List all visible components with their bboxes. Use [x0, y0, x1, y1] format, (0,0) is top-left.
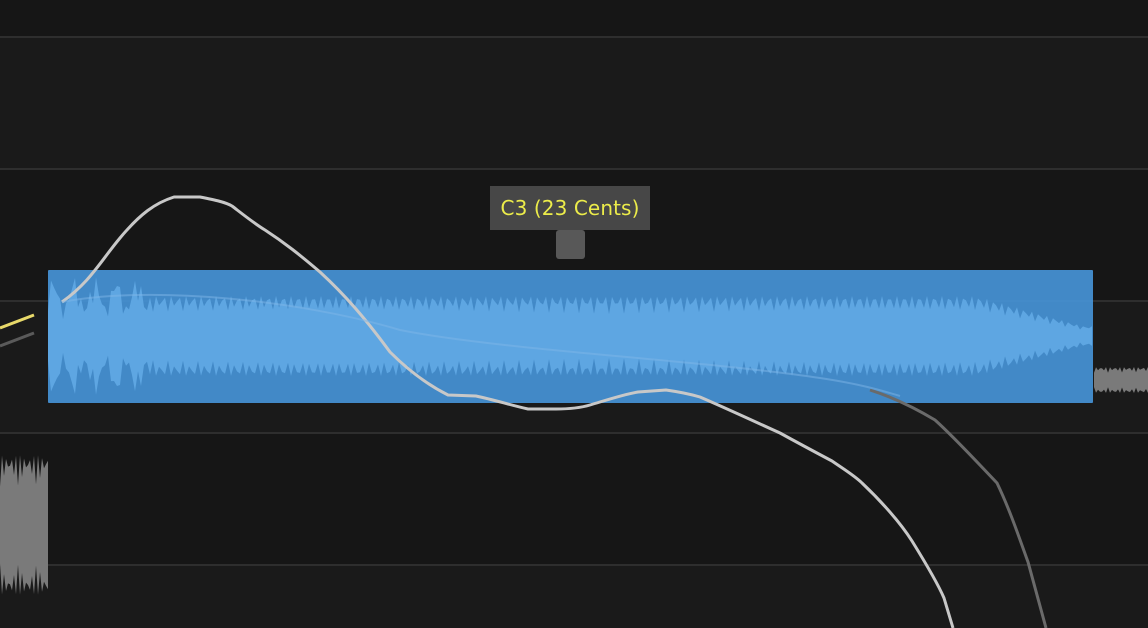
- pitch-grid-line: [0, 564, 1148, 566]
- pitch-lane: [0, 566, 1148, 628]
- pitch-drag-handle[interactable]: [556, 230, 585, 259]
- neighbor-note-waveform[interactable]: [1094, 360, 1148, 400]
- pitch-grid-line: [0, 432, 1148, 434]
- neighbor-note-waveform[interactable]: [0, 440, 60, 610]
- pitch-lane: [0, 0, 1148, 37]
- pitch-tooltip: C3 (23 Cents): [490, 186, 650, 230]
- selected-note-blob[interactable]: [48, 270, 1093, 403]
- pitch-lane: [0, 434, 1148, 565]
- pitch-lane: [0, 38, 1148, 169]
- pitch-grid-line: [0, 168, 1148, 170]
- pitch-grid-line: [0, 36, 1148, 38]
- pitch-editor-canvas[interactable]: C3 (23 Cents): [0, 0, 1148, 628]
- note-waveform: [48, 277, 1092, 395]
